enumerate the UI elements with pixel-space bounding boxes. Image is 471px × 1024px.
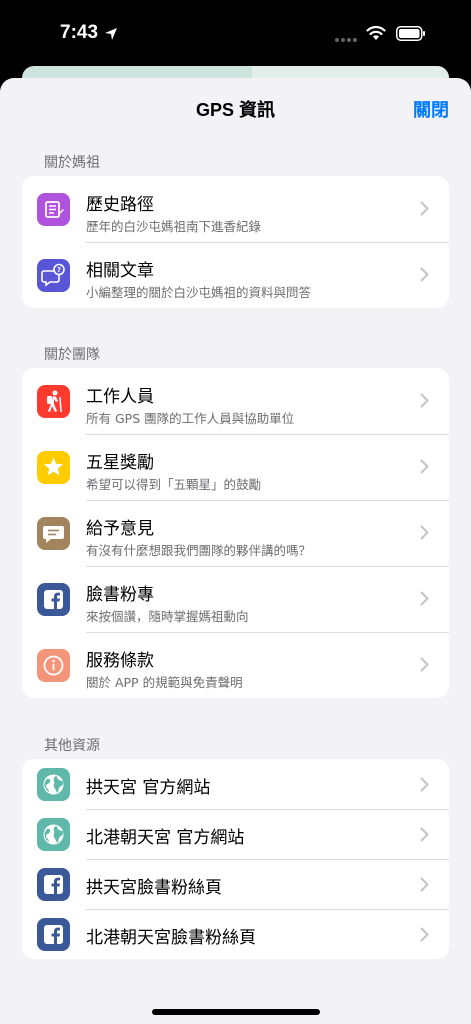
location-arrow-icon [105,28,117,40]
chevron-right-icon [420,267,429,282]
chevron-right-icon [420,877,429,892]
row-facebook-page[interactable]: 臉書粉專 來按個讚，隨時掌握媽祖動向 [22,566,449,632]
chevron-right-icon [420,525,429,540]
row-subtitle: 希望可以得到「五顆星」的鼓勵 [86,477,262,492]
group-mazu: 歷史路徑 歷年的白沙屯媽祖南下進香紀錄 ? 相關文章 小編整理的關於白沙屯媽祖的… [22,176,449,308]
chevron-right-icon [420,201,429,216]
row-subtitle: 所有 GPS 團隊的工作人員與協助單位 [86,411,295,426]
row-gongtian-website[interactable]: 拱天宮 官方網站 [22,759,449,809]
row-chaotian-facebook[interactable]: 北港朝天宮臉書粉絲頁 [22,909,449,959]
row-title: 拱天宮臉書粉絲頁 [86,878,222,898]
row-five-star[interactable]: 五星獎勵 希望可以得到「五顆星」的鼓勵 [22,434,449,500]
star-icon [37,451,70,484]
row-title: 工作人員 [86,387,154,407]
facebook-icon [37,868,70,901]
sheet-title: GPS 資訊 [195,100,275,120]
home-indicator[interactable] [152,1009,320,1015]
row-title: 相關文章 [86,261,154,281]
row-subtitle: 有沒有什麼想跟我們團隊的夥伴講的嗎？ [86,543,312,558]
info-icon [37,649,70,682]
row-title: 拱天宮 官方網站 [86,778,211,798]
status-bar: 7:43 [0,0,471,66]
row-title: 北港朝天宮臉書粉絲頁 [86,928,256,948]
chevron-right-icon [420,459,429,474]
chevron-right-icon [420,591,429,606]
row-staff[interactable]: 工作人員 所有 GPS 團隊的工作人員與協助單位 [22,368,449,434]
row-title: 臉書粉專 [86,585,154,605]
wifi-icon [366,25,386,40]
row-subtitle: 關於 APP 的規範與免責聲明 [86,675,243,690]
status-time: 7:43 [60,22,99,43]
signal-dots-icon [335,38,357,42]
hiker-icon [37,385,70,418]
row-title: 北港朝天宮 官方網站 [86,828,245,848]
row-title: 給予意見 [86,519,154,539]
chevron-right-icon [420,827,429,842]
row-history-path[interactable]: 歷史路徑 歷年的白沙屯媽祖南下進香紀錄 [22,176,449,242]
gps-info-sheet: GPS 資訊 關閉 關於媽祖 歷史路徑 歷年的白沙屯媽祖南下進香紀錄 ? 相關文… [0,78,471,1024]
section-header-resources: 其他資源 [44,738,100,754]
row-subtitle: 歷年的白沙屯媽祖南下進香紀錄 [86,219,262,234]
row-chaotian-website[interactable]: 北港朝天宮 官方網站 [22,809,449,859]
row-title: 服務條款 [86,651,154,671]
chevron-right-icon [420,657,429,672]
row-subtitle: 來按個讚，隨時掌握媽祖動向 [86,609,249,624]
row-related-articles[interactable]: ? 相關文章 小編整理的關於白沙屯媽祖的資料與問答 [22,242,449,308]
group-resources: 拱天宮 官方網站 北港朝天宮 官方網站 拱天宮臉書粉絲頁 北港朝天宮臉書粉絲頁 [22,759,449,959]
chat-question-icon: ? [37,259,70,292]
globe-icon [37,818,70,851]
section-header-team: 關於團隊 [44,347,100,363]
row-terms[interactable]: 服務條款 關於 APP 的規範與免責聲明 [22,632,449,698]
globe-icon [37,768,70,801]
svg-text:?: ? [57,266,61,274]
chevron-right-icon [420,777,429,792]
row-gongtian-facebook[interactable]: 拱天宮臉書粉絲頁 [22,859,449,909]
facebook-icon [37,918,70,951]
close-button[interactable]: 關閉 [413,96,449,122]
row-subtitle: 小編整理的關於白沙屯媽祖的資料與問答 [86,285,312,300]
scroll-icon [37,193,70,226]
row-feedback[interactable]: 給予意見 有沒有什麼想跟我們團隊的夥伴講的嗎？ [22,500,449,566]
row-title: 五星獎勵 [86,453,154,473]
section-header-mazu: 關於媽祖 [44,155,100,171]
message-icon [37,517,70,550]
chevron-right-icon [420,927,429,942]
facebook-icon [37,583,70,616]
group-team: 工作人員 所有 GPS 團隊的工作人員與協助單位 五星獎勵 希望可以得到「五顆星… [22,368,449,698]
row-title: 歷史路徑 [86,195,154,215]
battery-icon [396,26,425,41]
chevron-right-icon [420,393,429,408]
